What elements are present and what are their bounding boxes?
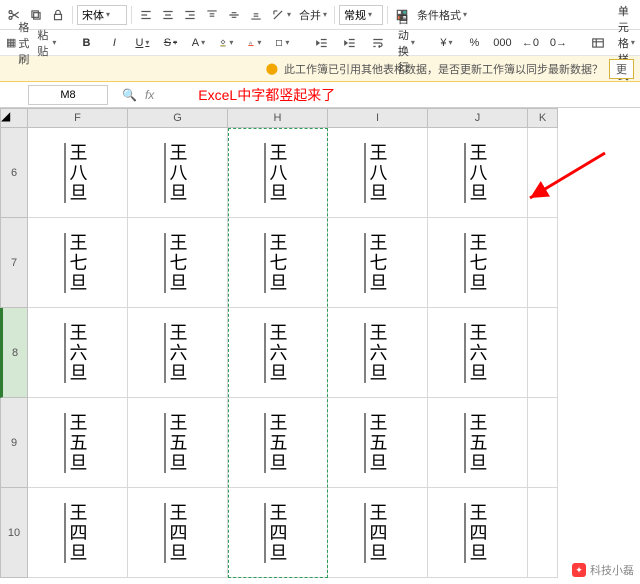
- number-format-select[interactable]: 常规: [339, 5, 383, 25]
- wrap-icon[interactable]: [368, 32, 388, 54]
- cell[interactable]: 王五旦: [228, 398, 328, 488]
- cell[interactable]: [528, 128, 558, 218]
- format-painter-label[interactable]: ▦格式刷: [6, 19, 29, 67]
- row-header[interactable]: 10: [0, 488, 28, 578]
- cell[interactable]: 王四旦: [128, 488, 228, 578]
- currency-button[interactable]: ¥: [436, 32, 456, 54]
- cell[interactable]: 王五旦: [28, 398, 128, 488]
- select-all-corner[interactable]: ◢: [0, 108, 28, 128]
- border-icon[interactable]: [272, 32, 292, 54]
- svg-text:A: A: [249, 40, 253, 45]
- column-headers: ◢ F G H I J K: [0, 108, 640, 128]
- merge-button[interactable]: 合并: [296, 4, 330, 26]
- cell-style-button[interactable]: 单元格样式: [616, 32, 636, 54]
- dec-inc-button[interactable]: ←0: [520, 32, 540, 54]
- font-sup-button[interactable]: A: [188, 32, 208, 54]
- wrap-button[interactable]: 自动换行: [396, 32, 416, 54]
- strike-button[interactable]: S: [160, 32, 180, 54]
- warning-bar: ⬤ 此工作簿已引用其他表格数据，是否更新工作簿以同步最新数据？ 更: [0, 56, 640, 82]
- cell[interactable]: 王七旦: [28, 218, 128, 308]
- orientation-icon[interactable]: [268, 4, 294, 26]
- bold-button[interactable]: B: [76, 32, 96, 54]
- cell[interactable]: 王四旦: [228, 488, 328, 578]
- valign-top-icon[interactable]: [202, 4, 222, 26]
- cell[interactable]: 王六旦: [428, 308, 528, 398]
- cell[interactable]: 王四旦: [428, 488, 528, 578]
- valign-mid-icon[interactable]: [224, 4, 244, 26]
- cell[interactable]: [528, 398, 558, 488]
- font-select[interactable]: 宋体: [77, 5, 127, 25]
- align-center-icon[interactable]: [158, 4, 178, 26]
- italic-button[interactable]: I: [104, 32, 124, 54]
- cell[interactable]: 王七旦: [128, 218, 228, 308]
- fill-color-icon[interactable]: [216, 32, 236, 54]
- cell[interactable]: 王六旦: [228, 308, 328, 398]
- row-header[interactable]: 9: [0, 398, 28, 488]
- cell-style-icon[interactable]: [588, 32, 608, 54]
- underline-button[interactable]: U: [132, 32, 152, 54]
- cell[interactable]: 王六旦: [128, 308, 228, 398]
- cell[interactable]: 王八旦: [28, 128, 128, 218]
- cell[interactable]: 王七旦: [328, 218, 428, 308]
- cell[interactable]: 王七旦: [428, 218, 528, 308]
- cell[interactable]: [528, 308, 558, 398]
- spreadsheet-grid[interactable]: ◢ F G H I J K 6 7 8 9 10 王八旦 王八旦 王八旦 王八旦…: [0, 108, 640, 578]
- cond-fmt-button[interactable]: 条件格式: [414, 4, 470, 26]
- align-right-icon[interactable]: [180, 4, 200, 26]
- cell[interactable]: 王五旦: [128, 398, 228, 488]
- formula-bar: M8 🔍 fx ExceL中字都竖起来了: [0, 82, 640, 108]
- indent-inc-icon[interactable]: [340, 32, 360, 54]
- annotation-text: ExceL中字都竖起来了: [198, 85, 335, 105]
- col-header[interactable]: I: [328, 108, 428, 128]
- ribbon-row-2: ▦格式刷 粘贴 B I U S A A 自动换行 ¥ % 000 ←0 0→ 单…: [0, 30, 640, 56]
- cell[interactable]: 王八旦: [228, 128, 328, 218]
- lock-icon[interactable]: [48, 4, 68, 26]
- valign-bot-icon[interactable]: [246, 4, 266, 26]
- cell[interactable]: 王四旦: [328, 488, 428, 578]
- warning-icon: ⬤: [266, 62, 278, 75]
- brush-icon: ▦: [6, 36, 16, 49]
- cell[interactable]: 王六旦: [28, 308, 128, 398]
- watermark: ✦ 科技小磊: [572, 562, 634, 578]
- cell[interactable]: 王八旦: [128, 128, 228, 218]
- col-header[interactable]: G: [128, 108, 228, 128]
- row-header[interactable]: 6: [0, 128, 28, 218]
- dec-dec-button[interactable]: 0→: [548, 32, 568, 54]
- font-color-icon[interactable]: A: [244, 32, 264, 54]
- ribbon-row-1: 宋体 合并 常规 条件格式: [0, 0, 640, 30]
- row-header[interactable]: 7: [0, 218, 28, 308]
- warning-text: 此工作簿已引用其他表格数据，是否更新工作簿以同步最新数据？: [284, 61, 603, 77]
- cell[interactable]: 王七旦: [228, 218, 328, 308]
- percent-button[interactable]: %: [464, 32, 484, 54]
- warning-button[interactable]: 更: [609, 59, 634, 79]
- cell[interactable]: 王五旦: [428, 398, 528, 488]
- col-header[interactable]: F: [28, 108, 128, 128]
- row-headers: 6 7 8 9 10: [0, 128, 28, 578]
- paste-label[interactable]: 粘贴: [37, 27, 56, 59]
- comma-button[interactable]: 000: [492, 32, 512, 54]
- name-box[interactable]: M8: [28, 85, 108, 105]
- col-header[interactable]: J: [428, 108, 528, 128]
- cell[interactable]: 王六旦: [328, 308, 428, 398]
- cell[interactable]: [528, 488, 558, 578]
- search-icon[interactable]: 🔍: [122, 88, 137, 102]
- col-header[interactable]: H: [228, 108, 328, 128]
- cell[interactable]: 王八旦: [428, 128, 528, 218]
- cell[interactable]: [528, 218, 558, 308]
- logo-icon: ✦: [572, 563, 586, 577]
- cell[interactable]: 王四旦: [28, 488, 128, 578]
- fx-icon[interactable]: fx: [145, 88, 154, 102]
- row-header[interactable]: 8: [0, 308, 28, 398]
- align-left-icon[interactable]: [136, 4, 156, 26]
- cell[interactable]: 王八旦: [328, 128, 428, 218]
- cell[interactable]: 王五旦: [328, 398, 428, 488]
- col-header[interactable]: K: [528, 108, 558, 128]
- indent-dec-icon[interactable]: [312, 32, 332, 54]
